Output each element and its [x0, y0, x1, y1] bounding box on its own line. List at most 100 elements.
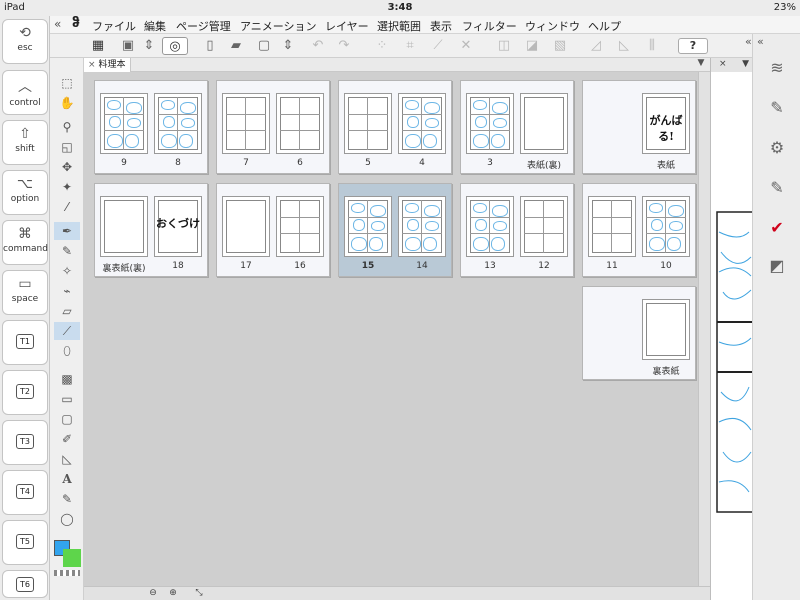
new-file-icon[interactable]: ▯ [200, 37, 220, 55]
page-layout-icon[interactable]: ▣ [118, 37, 138, 55]
hand-icon[interactable]: ✋ [54, 94, 80, 112]
rotate-icon[interactable]: ⟋ [428, 37, 448, 55]
layer-stack-icon[interactable]: ≋ [765, 58, 789, 80]
spread-card[interactable]: 17 16 [216, 183, 330, 277]
page-thumbnail[interactable] [100, 196, 148, 257]
close-tab-icon[interactable]: × [88, 60, 96, 70]
horizontal-scrollbar[interactable]: ⊖ ⊕ ⤡ [84, 586, 710, 600]
t5-key[interactable]: T5 [2, 520, 48, 565]
save-icon[interactable]: ▢ [254, 37, 274, 55]
page-thumbnail[interactable] [398, 196, 446, 257]
command-key[interactable]: ⌘ command [2, 220, 48, 265]
sub-tool-icon[interactable]: ✎ [765, 178, 789, 200]
page-thumbnail[interactable] [398, 93, 446, 154]
frame-border-icon[interactable]: ▢ [54, 410, 80, 428]
zoom-in-icon[interactable]: ⊕ [166, 588, 180, 600]
page-thumbnail[interactable] [222, 196, 270, 257]
tab-cookbook[interactable]: × 料理本 [84, 58, 131, 72]
redo-icon[interactable]: ↷ [334, 37, 354, 55]
select-area-icon[interactable]: ▧ [550, 37, 570, 55]
zoom-out-icon[interactable]: ⊖ [146, 588, 160, 600]
spread-card[interactable]: 裏表紙 [582, 286, 696, 380]
vertical-scrollbar[interactable] [698, 72, 710, 586]
page-thumbnail[interactable] [642, 196, 690, 257]
page-thumbnail[interactable] [466, 196, 514, 257]
spread-card[interactable]: がんばる! 表紙 [582, 80, 696, 174]
brush-icon[interactable]: ⌁ [54, 282, 80, 300]
flip-icon[interactable]: ✕ [456, 37, 476, 55]
lasso-icon[interactable]: ◱ [54, 138, 80, 156]
app-logo[interactable]: ჵ [72, 16, 80, 31]
vector-pen-icon[interactable]: ✐ [54, 430, 80, 448]
fill-bucket-icon[interactable]: ⬯ [54, 342, 80, 360]
t1-key[interactable]: T1 [2, 320, 48, 365]
gradient-icon[interactable]: ▩ [54, 370, 80, 388]
spread-card[interactable]: 76 [216, 80, 330, 174]
page-thumbnail[interactable] [222, 93, 270, 154]
blend-icon[interactable]: ⟋ [54, 322, 80, 340]
menu-file[interactable]: ファイル [92, 18, 136, 34]
t3-key[interactable]: T3 [2, 420, 48, 465]
menu-filter[interactable]: フィルター [462, 18, 517, 34]
move-icon[interactable]: ✥ [54, 158, 80, 176]
page-thumbnail[interactable] [276, 196, 324, 257]
menu-window[interactable]: ウィンドウ [525, 18, 580, 34]
menu-view[interactable]: 表示 [430, 18, 452, 34]
speech-balloon-icon[interactable]: ◯ [54, 510, 80, 528]
spread-card[interactable]: 54 [338, 80, 452, 174]
open-folder-icon[interactable]: ▰ [226, 37, 246, 55]
menu-layer[interactable]: レイヤー [325, 18, 369, 34]
expand-preview-icon[interactable]: « [745, 35, 752, 48]
spread-card[interactable]: 3 表紙(裏) [460, 80, 574, 174]
fill-icon[interactable]: ◪ [522, 37, 542, 55]
balloon-pen-icon[interactable]: ✎ [54, 490, 80, 508]
deselect-icon[interactable]: ◫ [494, 37, 514, 55]
page-thumbnail[interactable] [276, 93, 324, 154]
t6-key[interactable]: T6 [2, 570, 48, 598]
scale-icon[interactable]: ⌗ [400, 37, 420, 55]
checkmark-icon[interactable]: ✔ [765, 218, 789, 240]
zoom-icon[interactable]: ⚲ [54, 118, 80, 136]
cloud-sync-icon[interactable]: ◎ [162, 37, 188, 55]
close-preview-icon[interactable]: × [719, 59, 727, 69]
sub-color-swatch[interactable] [63, 549, 81, 567]
tab-menu-icon[interactable]: ▼ [694, 58, 708, 72]
t4-key[interactable]: T4 [2, 470, 48, 515]
page-thumbnail[interactable] [466, 93, 514, 154]
page-thumbnail[interactable] [100, 93, 148, 154]
transparent-color-swatch[interactable] [54, 570, 80, 576]
material-icon[interactable]: ◩ [765, 256, 789, 278]
menu-animation[interactable]: アニメーション [240, 18, 317, 34]
collapse-palette-icon[interactable]: « [757, 35, 764, 48]
pencil-icon[interactable]: ✎ [54, 242, 80, 260]
ruler-tool-icon[interactable]: ◺ [54, 450, 80, 468]
esc-key[interactable]: ⟲ esc [2, 19, 48, 64]
menu-selection[interactable]: 選択範囲 [377, 18, 421, 34]
menu-page[interactable]: ページ管理 [176, 18, 231, 34]
page-thumbnail[interactable] [520, 93, 568, 154]
airbrush-icon[interactable]: ✧ [54, 262, 80, 280]
menu-help[interactable]: ヘルプ [588, 18, 621, 34]
perspective-icon[interactable]: ◺ [614, 37, 634, 55]
spread-card[interactable]: 98 [94, 80, 208, 174]
option-key[interactable]: ⌥ option [2, 170, 48, 215]
page-thumbnail[interactable] [520, 196, 568, 257]
collapse-left-icon[interactable]: « [54, 17, 61, 31]
tool-settings-icon[interactable]: ⚙ [765, 138, 789, 160]
text-icon[interactable]: A [54, 470, 80, 488]
space-key[interactable]: ▭ space [2, 270, 48, 315]
page-thumbnail[interactable] [642, 299, 690, 360]
fit-icon[interactable]: ⤡ [192, 588, 206, 600]
shift-key[interactable]: ⇧ shift [2, 120, 48, 165]
page-thumbnail[interactable] [344, 93, 392, 154]
spread-card[interactable]: 13 12 [460, 183, 574, 277]
marquee-icon[interactable]: ⬚ [54, 74, 80, 92]
guide-icon[interactable]: ⫼ [642, 37, 662, 55]
page-thumbnail[interactable] [344, 196, 392, 257]
undo-icon[interactable]: ↶ [308, 37, 328, 55]
magic-wand-icon[interactable]: ✦ [54, 178, 80, 196]
help-button[interactable]: ? [678, 38, 708, 54]
brush-size-icon[interactable]: ✎ [765, 98, 789, 120]
ruler-icon[interactable]: ◿ [586, 37, 606, 55]
page-thumbnail[interactable] [154, 93, 202, 154]
